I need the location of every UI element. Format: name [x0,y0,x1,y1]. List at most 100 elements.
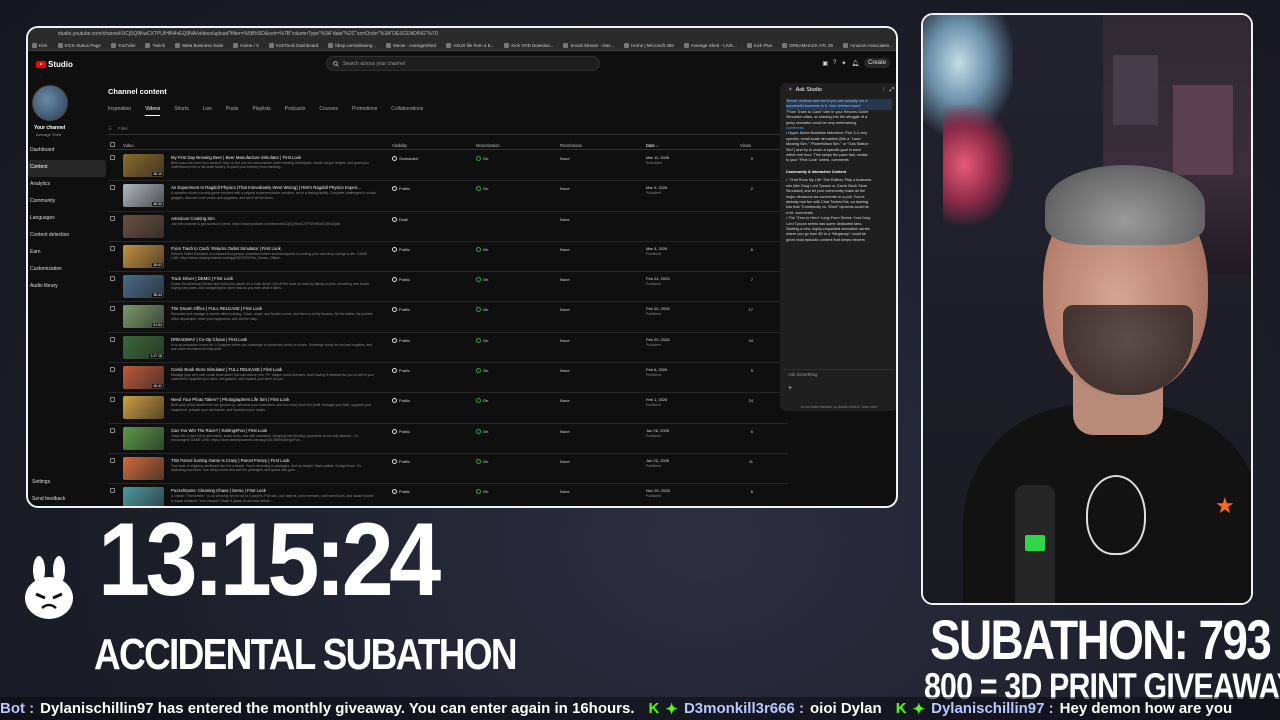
tab-courses[interactable]: Courses [319,106,338,116]
tab-posts[interactable]: Posts [226,106,239,116]
sidebar-item-content-detection[interactable]: Content detection [28,228,106,245]
video-title[interactable]: American Cooking Sim [171,216,215,221]
bookmark-item[interactable]: Kick VOD Downloa... [504,42,553,48]
visibility-cell[interactable]: Public [392,428,410,434]
monetization-cell[interactable]: On [476,277,488,283]
visibility-cell[interactable]: Public [392,489,410,495]
bookmark-item[interactable]: KICK Status Page [57,42,101,48]
video-thumbnail[interactable]: 38:41 [123,244,164,268]
bookmark-item[interactable]: KickTools Dashboard [269,42,318,48]
bookmark-item[interactable]: Kick [32,42,48,48]
video-title[interactable]: From Trash to Cash: Returns Outlet Simul… [171,246,281,251]
row-checkbox[interactable] [110,155,115,160]
ask-studio-icon[interactable]: ✦ [841,60,846,67]
channel-avatar[interactable] [32,85,68,121]
filter-icon[interactable]: ☰ [108,126,112,132]
sidebar-item-analytics[interactable]: Analytics [28,177,106,194]
monetization-cell[interactable]: On [476,337,488,343]
row-checkbox[interactable] [110,306,115,312]
video-title[interactable]: My First Day Brewing Beer | Beer Manufac… [171,155,301,160]
visibility-cell[interactable]: Scheduled [392,156,418,161]
video-thumbnail[interactable] [123,396,164,420]
monetization-cell[interactable]: On [476,246,488,252]
sidebar-item-community[interactable]: Community [28,194,106,211]
video-title[interactable]: The Dream Office | FULL RELEASE | First … [171,306,262,311]
more-icon[interactable]: ⋮ [881,87,887,93]
notifications-icon[interactable]: 🔔︎ [851,60,859,67]
bookmark-item[interactable]: DREAMHACK ATL 25 [782,42,833,48]
bookmark-item[interactable]: ASUS file from a E... [446,42,494,48]
sidebar-item-send-feedback[interactable]: Send feedback [30,492,65,506]
visibility-cell[interactable]: Public [392,307,410,313]
table-row[interactable]: 51:54 The Dream Office | FULL RELEASE | F… [108,302,788,333]
bookmark-item[interactable]: Home / X [233,42,259,48]
bookmark-item[interactable]: Amazon Associates... [843,42,893,48]
visibility-cell[interactable]: Public [392,186,410,192]
tab-inspiration[interactable]: Inspiration [108,106,131,116]
video-thumbnail[interactable]: 38:43 [123,275,164,299]
ask-input[interactable]: Ask something + [784,369,894,399]
sidebar-item-customization[interactable]: Customization [28,262,106,279]
video-title[interactable]: Comic Book Store Simulator | FULL RELEAS… [171,367,282,372]
visibility-cell[interactable]: Public [392,398,410,404]
youtube-studio-logo[interactable]: Studio [36,60,73,69]
visibility-cell[interactable]: Public [392,246,410,252]
bookmark-item[interactable]: Social Stream - Das... [563,42,614,48]
video-title[interactable]: PuzzelGame: Cleaning Chaos | Demo | Firs… [171,488,266,493]
video-title[interactable]: DREADWAY | Co-Op Chaos | First Look [171,337,247,342]
tab-promotions[interactable]: Promotions [352,106,377,116]
table-row[interactable]: 46:41 Comic Book Store Simulator | FULL R… [108,363,788,394]
tab-videos[interactable]: Videos [145,106,161,116]
video-title[interactable]: Truck Driver | DEMO | First Look [171,276,233,281]
column-visibility[interactable]: Visibility [392,143,407,148]
column-monetization[interactable]: Monetization [476,143,500,148]
monetization-cell[interactable]: On [476,489,488,495]
monetization-cell[interactable]: On [476,458,488,464]
table-row[interactable]: This Parcel Sorting Game Is Crazy | Parc… [108,454,788,485]
table-row[interactable]: 38:43 Truck Driver | DEMO | First Look Cha… [108,272,788,303]
sidebar-item-content[interactable]: Content [28,160,106,177]
search-box[interactable]: Search across your channel [326,56,600,71]
column-date[interactable]: Date ↓ [646,143,658,148]
row-checkbox[interactable] [110,215,115,221]
bookmark-item[interactable]: Average Shed - LIVE... [683,42,737,48]
tab-shorts[interactable]: Shorts [174,106,188,116]
video-thumbnail[interactable]: 36:10 [123,154,164,177]
tab-collaborations[interactable]: Collaborations [391,106,423,116]
bookmark-item[interactable]: Home | Microsoft 365 [624,42,674,48]
bookmark-item[interactable]: Meta Business Suite [175,42,223,48]
add-icon[interactable]: + [788,385,890,392]
sidebar-item-earn[interactable]: Earn [28,245,106,262]
create-button[interactable]: Create [863,58,890,68]
column-views[interactable]: Views [740,143,751,148]
chat-icon[interactable]: ▣ [822,60,828,67]
video-thumbnail[interactable] [123,426,164,450]
bookmark-item[interactable]: Kick Plus [746,42,772,48]
row-checkbox[interactable] [110,185,115,191]
bookmark-item[interactable]: bbsp.com/allowing... [328,42,376,48]
monetization-cell[interactable]: On [476,398,488,404]
table-row[interactable]: 2:47:18 DREADWAY | Co-Op Chaos | First Lo… [108,333,788,364]
table-row[interactable]: Need Your Photo Taken? | Photographers L… [108,393,788,424]
table-row[interactable]: Can You Win The Race? | Karting4Fun | Fi… [108,424,788,454]
visibility-cell[interactable]: Public [392,277,410,283]
filter-bar[interactable]: ☰ Filter [108,123,788,135]
row-checkbox[interactable] [110,457,115,463]
video-title[interactable]: Need Your Photo Taken? | Photographers L… [171,397,289,402]
visibility-cell[interactable]: Public [392,458,410,464]
column-video[interactable]: Video [123,143,134,148]
visibility-cell[interactable]: Draft [392,216,408,222]
address-bar[interactable]: studio.youtube.com/channel/UCjSQ9KwCXTPU… [28,28,896,40]
video-title[interactable]: This Parcel Sorting Game Is Crazy | Parc… [171,458,290,463]
help-icon[interactable]: ? [833,60,836,66]
column-restrictions[interactable]: Restrictions [560,143,582,148]
bookmark-item[interactable]: Meow - AverageShed [386,42,436,48]
row-checkbox[interactable] [110,336,115,342]
bookmark-item[interactable]: YouTube [110,42,135,48]
row-checkbox[interactable] [110,245,115,251]
visibility-cell[interactable]: Public [392,368,410,374]
video-thumbnail[interactable]: 46:30 [123,184,164,208]
row-checkbox[interactable] [110,427,115,433]
monetization-cell[interactable]: On [476,156,488,161]
video-title[interactable]: An Experiment In Ragdoll Physics (That I… [171,185,361,190]
